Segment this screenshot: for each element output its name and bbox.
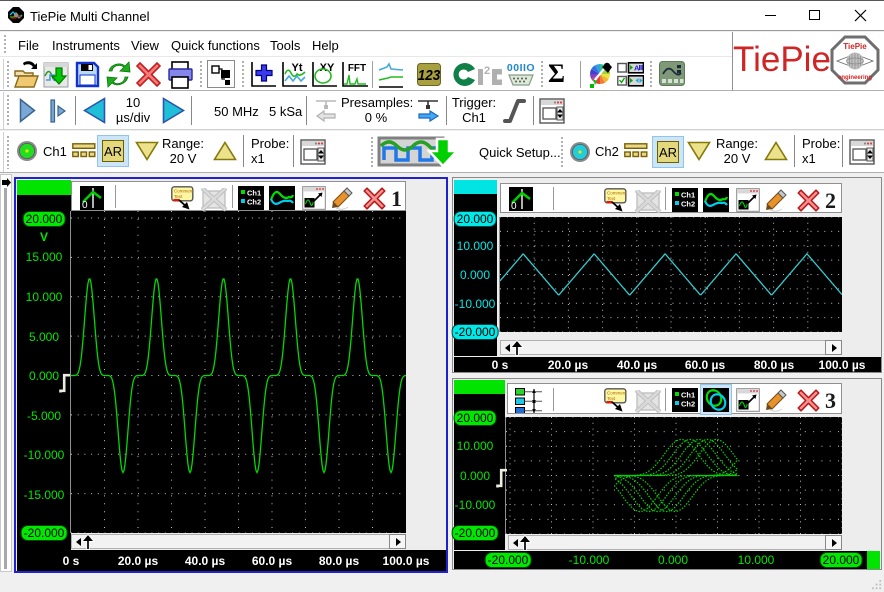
svg-text:Ch2: Ch2 [681,200,695,209]
svg-text:Ch2: Ch2 [247,198,261,207]
svg-text:Comment: Comment [174,189,194,194]
svg-text:2: 2 [484,65,490,77]
svg-text:0: 0 [82,200,88,210]
svg-text:engineering: engineering [838,75,872,81]
svg-text:00IIO: 00IIO [507,62,535,74]
svg-text:Comment: Comment [607,191,627,196]
svg-text:XY: XY [320,62,335,74]
svg-text:TiePie: TiePie [843,42,867,51]
svg-text:Text: Text [174,194,183,199]
svg-text:Comment: Comment [607,391,627,396]
svg-text:Text: Text [607,396,616,401]
svg-text:123: 123 [418,67,441,84]
svg-text:Text: Text [607,196,616,201]
svg-text:Ch1: Ch1 [681,191,695,200]
svg-text:0: 0 [511,201,517,211]
svg-text:Ch2: Ch2 [681,400,695,409]
svg-text:Ch1: Ch1 [681,391,695,400]
svg-text:Ch1: Ch1 [247,189,261,198]
svg-text:FFT: FFT [348,63,366,74]
svg-text:Yt: Yt [292,62,303,74]
